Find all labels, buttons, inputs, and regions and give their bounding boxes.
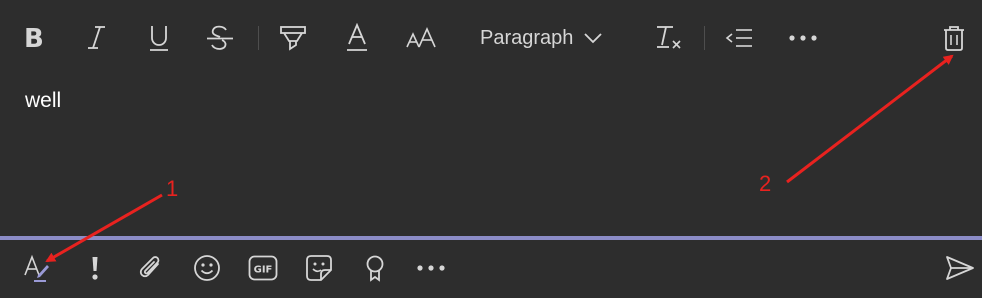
compose-editor: B Paragraph well (0, 0, 982, 236)
annotation-label-1: 1 (166, 176, 179, 201)
praise-button[interactable] (358, 248, 392, 288)
toolbar-separator (704, 26, 705, 50)
sticker-icon (306, 255, 332, 281)
send-icon (946, 256, 974, 280)
highlight-button[interactable] (276, 18, 310, 58)
attach-icon (139, 256, 160, 278)
font-size-icon (406, 27, 436, 48)
gif-button[interactable]: GIF (246, 248, 280, 288)
clear-formatting-button[interactable] (652, 18, 686, 58)
paragraph-label: Paragraph (480, 26, 574, 49)
emoji-button[interactable] (190, 248, 224, 288)
paragraph-dropdown[interactable]: Paragraph (480, 18, 614, 58)
underline-button[interactable] (144, 18, 174, 58)
message-text[interactable]: well (25, 89, 61, 113)
svg-text:GIF: GIF (254, 265, 273, 276)
more-options-icon (417, 265, 445, 271)
toolbar-separator (258, 26, 259, 50)
italic-button[interactable] (82, 18, 112, 58)
underline-icon (150, 26, 168, 51)
format-button[interactable] (20, 248, 54, 288)
formatting-toolbar: B Paragraph (0, 0, 982, 78)
important-icon (92, 257, 98, 280)
annotation-label-2: 2 (759, 171, 772, 196)
gif-icon: GIF (248, 255, 278, 281)
more-options-icon (789, 35, 817, 41)
font-color-button[interactable] (342, 18, 372, 58)
delete-button[interactable] (938, 18, 970, 58)
attach-button[interactable] (134, 248, 168, 288)
important-button[interactable] (80, 248, 110, 288)
format-icon (24, 254, 49, 282)
compose-actions-bar: GIF (0, 240, 982, 298)
italic-icon (88, 26, 105, 49)
emoji-icon (194, 255, 220, 281)
more-formatting-button[interactable] (786, 18, 820, 58)
decrease-indent-icon (725, 29, 752, 47)
send-button[interactable] (942, 248, 978, 288)
strikethrough-button[interactable] (204, 18, 236, 58)
svg-text:B: B (24, 25, 44, 51)
font-size-button[interactable] (404, 18, 438, 58)
bold-button[interactable]: B (18, 18, 50, 58)
clear-formatting-icon (657, 26, 681, 49)
sticker-button[interactable] (302, 248, 336, 288)
delete-icon (944, 26, 964, 51)
decrease-indent-button[interactable] (722, 18, 756, 58)
font-color-icon (347, 23, 367, 51)
strikethrough-icon (207, 25, 233, 50)
highlight-icon (280, 26, 306, 51)
more-actions-button[interactable] (414, 248, 448, 288)
praise-icon (366, 255, 384, 282)
chevron-down-icon (584, 33, 603, 44)
bold-icon: B (24, 25, 44, 51)
